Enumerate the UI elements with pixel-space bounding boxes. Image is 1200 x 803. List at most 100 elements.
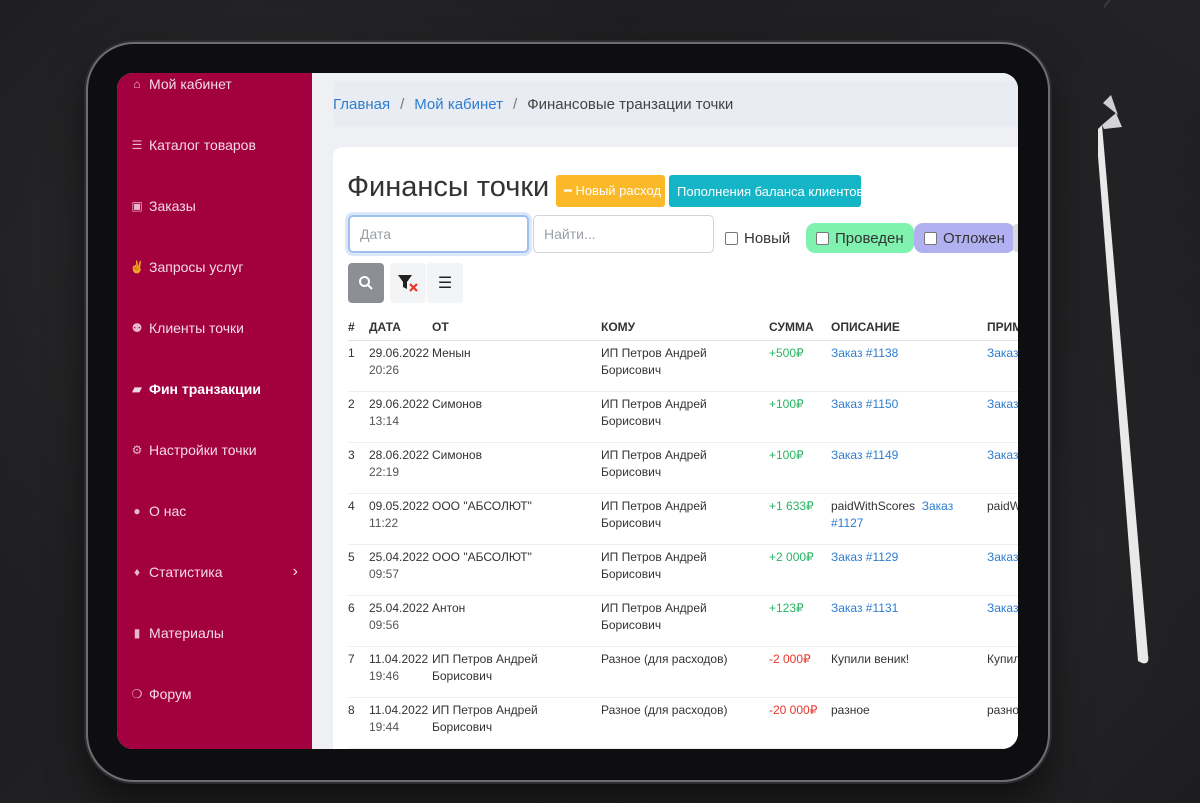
cell-to: ИП Петров Андрей Борисович bbox=[601, 442, 769, 494]
time-text: 22:19 bbox=[369, 465, 400, 479]
table-row[interactable]: 1 29.06.2022 20:26 Менын ИП Петров Андрей Бо… bbox=[348, 340, 1018, 392]
checkbox-box[interactable] bbox=[924, 231, 937, 245]
filter-clear-icon bbox=[398, 275, 418, 292]
sidebar-item-fin-transactions[interactable]: ▰ Фин транзакции bbox=[129, 376, 298, 402]
sidebar-item-clients[interactable]: ⚉ Клиенты точки bbox=[129, 315, 298, 341]
cell-number: 7 bbox=[348, 646, 369, 698]
cell-date: 28.06.2022 22:19 bbox=[369, 442, 432, 494]
time-text: 11:22 bbox=[369, 516, 399, 530]
cell-number: 5 bbox=[348, 544, 369, 596]
cell-to: ИП Петров Андрей Борисович bbox=[601, 748, 769, 749]
chevron-right-icon: › bbox=[292, 563, 298, 580]
table-row[interactable]: 6 25.04.2022 09:56 Антон ИП Петров Андрей Бо… bbox=[348, 595, 1018, 647]
new-expense-button[interactable]: ━ Новый расход bbox=[556, 175, 665, 207]
top-up-balance-button[interactable]: Пополнения баланса клиентов bbox=[669, 175, 863, 207]
sidebar-item-about[interactable]: ● О нас bbox=[129, 498, 298, 524]
status-extra-checkbox[interactable] bbox=[1013, 224, 1018, 252]
columns-menu-button[interactable]: ☰ bbox=[427, 263, 463, 303]
sidebar-item-orders[interactable]: ▣ Заказы bbox=[129, 193, 298, 219]
sidebar-item-label: Запросы услуг bbox=[149, 259, 244, 275]
breadcrumb-cabinet-link[interactable]: Мой кабинет bbox=[414, 96, 503, 113]
table-row[interactable]: 5 25.04.2022 09:57 ООО "АБСОЛЮТ" ИП Петров А… bbox=[348, 544, 1018, 596]
sidebar-item-statistics[interactable]: ♦ Статистика › bbox=[129, 559, 298, 585]
cell-date: 29.06.2022 13:14 bbox=[369, 391, 432, 443]
sidebar-item-forum[interactable]: ❍ Форум bbox=[129, 681, 298, 707]
cell-description: разное bbox=[831, 697, 987, 749]
cell-note: paidW bbox=[987, 493, 1018, 545]
col-header-description[interactable]: ОПИСАНИЕ bbox=[831, 314, 987, 341]
time-text: 13:14 bbox=[369, 414, 400, 428]
stylus-pencil bbox=[1098, 95, 1149, 664]
breadcrumb: Главная / Мой кабинет / Финансовые транз… bbox=[333, 81, 1018, 127]
checkbox-box[interactable] bbox=[725, 231, 738, 245]
order-link[interactable]: Заказ #1138 bbox=[831, 346, 898, 360]
info-icon: ● bbox=[133, 504, 141, 518]
money-icon: ▰ bbox=[132, 382, 142, 396]
cell-from: Денис bbox=[432, 748, 601, 749]
description-text: Купили веник! bbox=[831, 652, 910, 666]
status-delayed-checkbox[interactable]: Отложен bbox=[914, 223, 1015, 253]
table-row[interactable]: 2 29.06.2022 13:14 Симонов ИП Петров Андрей … bbox=[348, 391, 1018, 443]
sidebar-item-catalog[interactable]: ☰ Каталог товаров bbox=[129, 132, 298, 158]
cell-note: Купил bbox=[987, 646, 1018, 698]
sidebar-item-materials[interactable]: ▮ Материалы bbox=[129, 620, 298, 646]
cell-date: 15.03.202213:04 bbox=[369, 748, 432, 749]
date-text: 28.06.2022 bbox=[369, 448, 430, 462]
sidebar-item-label: Фин транзакции bbox=[149, 381, 261, 397]
date-text: 25.04.2022 bbox=[369, 550, 430, 564]
sidebar-item-label: Материалы bbox=[149, 625, 224, 641]
cell-date: 09.05.2022 11:22 bbox=[369, 493, 432, 545]
col-header-from[interactable]: ОТ bbox=[432, 314, 601, 341]
cell-sum: -20 000₽ bbox=[769, 697, 831, 749]
menu-icon: ☰ bbox=[437, 275, 453, 292]
breadcrumb-separator: / bbox=[513, 95, 518, 113]
cell-date: 11.04.2022 19:44 bbox=[369, 697, 432, 749]
col-header-date[interactable]: ДАТА bbox=[369, 314, 432, 341]
cell-to: ИП Петров Андрей Борисович bbox=[601, 493, 769, 545]
search-input[interactable]: Найти... bbox=[533, 215, 714, 253]
main-content: Главная / Мой кабинет / Финансовые транз… bbox=[312, 73, 1018, 749]
cell-note: Заказ bbox=[987, 391, 1018, 443]
cell-from: Симонов bbox=[432, 391, 601, 443]
sidebar-item-service-requests[interactable]: ✌ Запросы услуг bbox=[129, 254, 298, 280]
col-header-sum[interactable]: СУММА bbox=[769, 314, 831, 341]
order-link[interactable]: Заказ #1131 bbox=[831, 601, 898, 615]
date-text: 29.06.2022 bbox=[369, 397, 430, 411]
order-link[interactable]: Заказ #1150 bbox=[831, 397, 898, 411]
order-link[interactable]: Заказ #1149 bbox=[831, 448, 898, 462]
col-header-number[interactable]: # bbox=[348, 314, 369, 341]
status-done-checkbox[interactable]: Проведен bbox=[806, 223, 914, 253]
sidebar-item-label: Мой кабинет bbox=[149, 76, 232, 92]
sidebar-item-cabinet[interactable]: ⌂ Мой кабинет bbox=[129, 73, 298, 97]
cell-note: Заказ bbox=[987, 595, 1018, 647]
cell-to: ИП Петров Андрей Борисович bbox=[601, 340, 769, 392]
time-text: 09:57 bbox=[369, 567, 400, 581]
status-new-checkbox[interactable]: Новый bbox=[725, 223, 790, 253]
cell-date: 25.04.2022 09:57 bbox=[369, 544, 432, 596]
table-row[interactable]: 7 11.04.2022 19:46 ИП Петров Андрей Борисов… bbox=[348, 646, 1018, 698]
table-row[interactable]: 3 28.06.2022 22:19 Симонов ИП Петров Андрей … bbox=[348, 442, 1018, 494]
search-button[interactable] bbox=[348, 263, 384, 303]
users-icon: ⚉ bbox=[131, 321, 143, 335]
table-row[interactable]: 4 09.05.2022 11:22 ООО "АБСОЛЮТ" ИП Петров А… bbox=[348, 493, 1018, 545]
table-header-row: # ДАТА ОТ КОМУ СУММА ОПИСАНИЕ ПРИМ bbox=[348, 314, 1018, 341]
table-row[interactable]: 915.03.202213:04ДенисИП Петров Андрей Бо… bbox=[348, 748, 1018, 749]
cell-to: ИП Петров Андрей Борисович bbox=[601, 391, 769, 443]
breadcrumb-home-link[interactable]: Главная bbox=[333, 96, 390, 113]
breadcrumb-separator: / bbox=[400, 95, 405, 113]
sidebar-item-settings[interactable]: ⚙ Настройки точки bbox=[129, 437, 298, 463]
table-row[interactable]: 8 11.04.2022 19:44 ИП Петров Андрей Борисов… bbox=[348, 697, 1018, 749]
sidebar-item-label: Настройки точки bbox=[149, 442, 257, 458]
cell-sum: +1 633₽ bbox=[769, 493, 831, 545]
col-header-note[interactable]: ПРИМ bbox=[987, 314, 1018, 341]
order-link[interactable]: Заказ #1129 bbox=[831, 550, 898, 564]
transactions-table: # ДАТА ОТ КОМУ СУММА ОПИСАНИЕ ПРИМ 129.0… bbox=[348, 314, 1018, 749]
col-header-to[interactable]: КОМУ bbox=[601, 314, 769, 341]
date-input[interactable]: Дата bbox=[348, 215, 529, 253]
checkbox-box[interactable] bbox=[816, 231, 829, 245]
content-card: Финансы точки ━ Новый расход Пополнения … bbox=[333, 147, 1018, 749]
tablet-screen: ⌂ Мой кабинет ☰ Каталог товаров ▣ Заказы… bbox=[117, 73, 1018, 749]
cell-number: 1 bbox=[348, 340, 369, 392]
clear-filter-button[interactable] bbox=[390, 263, 426, 303]
status-done-label: Проведен bbox=[835, 229, 904, 247]
